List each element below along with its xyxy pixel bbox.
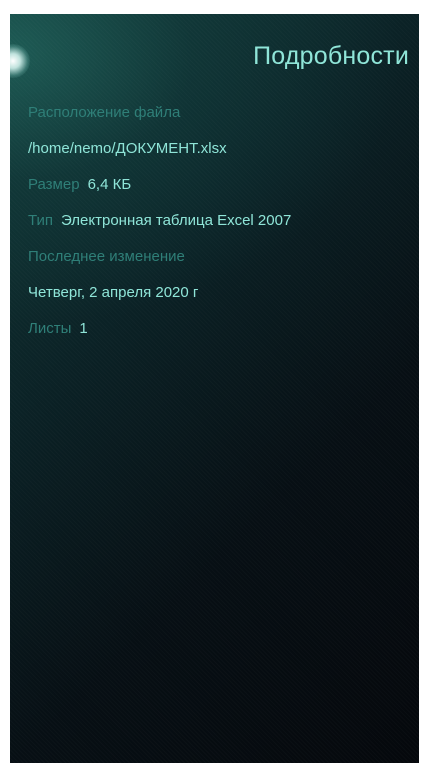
modified-value: Четверг, 2 апреля 2020 г — [28, 284, 199, 301]
size-value: 6,4 КБ — [87, 176, 132, 193]
modified-label-row: Последнее изменение — [28, 248, 407, 266]
sheets-row: Листы 1 — [28, 320, 407, 338]
sheets-label: Листы — [28, 320, 72, 337]
location-label-row: Расположение файла — [28, 104, 407, 122]
size-label: Размер — [28, 176, 80, 193]
location-label: Расположение файла — [28, 104, 181, 121]
details-page: Подробности Расположение файла /home/nem… — [10, 14, 419, 763]
type-row: Тип Электронная таблица Excel 2007 — [28, 212, 407, 230]
type-value: Электронная таблица Excel 2007 — [61, 212, 292, 229]
pulley-menu-indicator-icon[interactable] — [10, 44, 30, 78]
location-value: /home/nemo/ДОКУМЕНТ.xlsx — [28, 140, 227, 157]
details-list: Расположение файла /home/nemo/ДОКУМЕНТ.x… — [28, 104, 407, 356]
page-title: Подробности — [253, 42, 409, 70]
modified-value-row: Четверг, 2 апреля 2020 г — [28, 284, 407, 302]
modified-label: Последнее изменение — [28, 248, 185, 265]
size-row: Размер 6,4 КБ — [28, 176, 407, 194]
location-value-row: /home/nemo/ДОКУМЕНТ.xlsx — [28, 140, 407, 158]
sheets-value: 1 — [79, 320, 88, 337]
type-label: Тип — [28, 212, 54, 229]
